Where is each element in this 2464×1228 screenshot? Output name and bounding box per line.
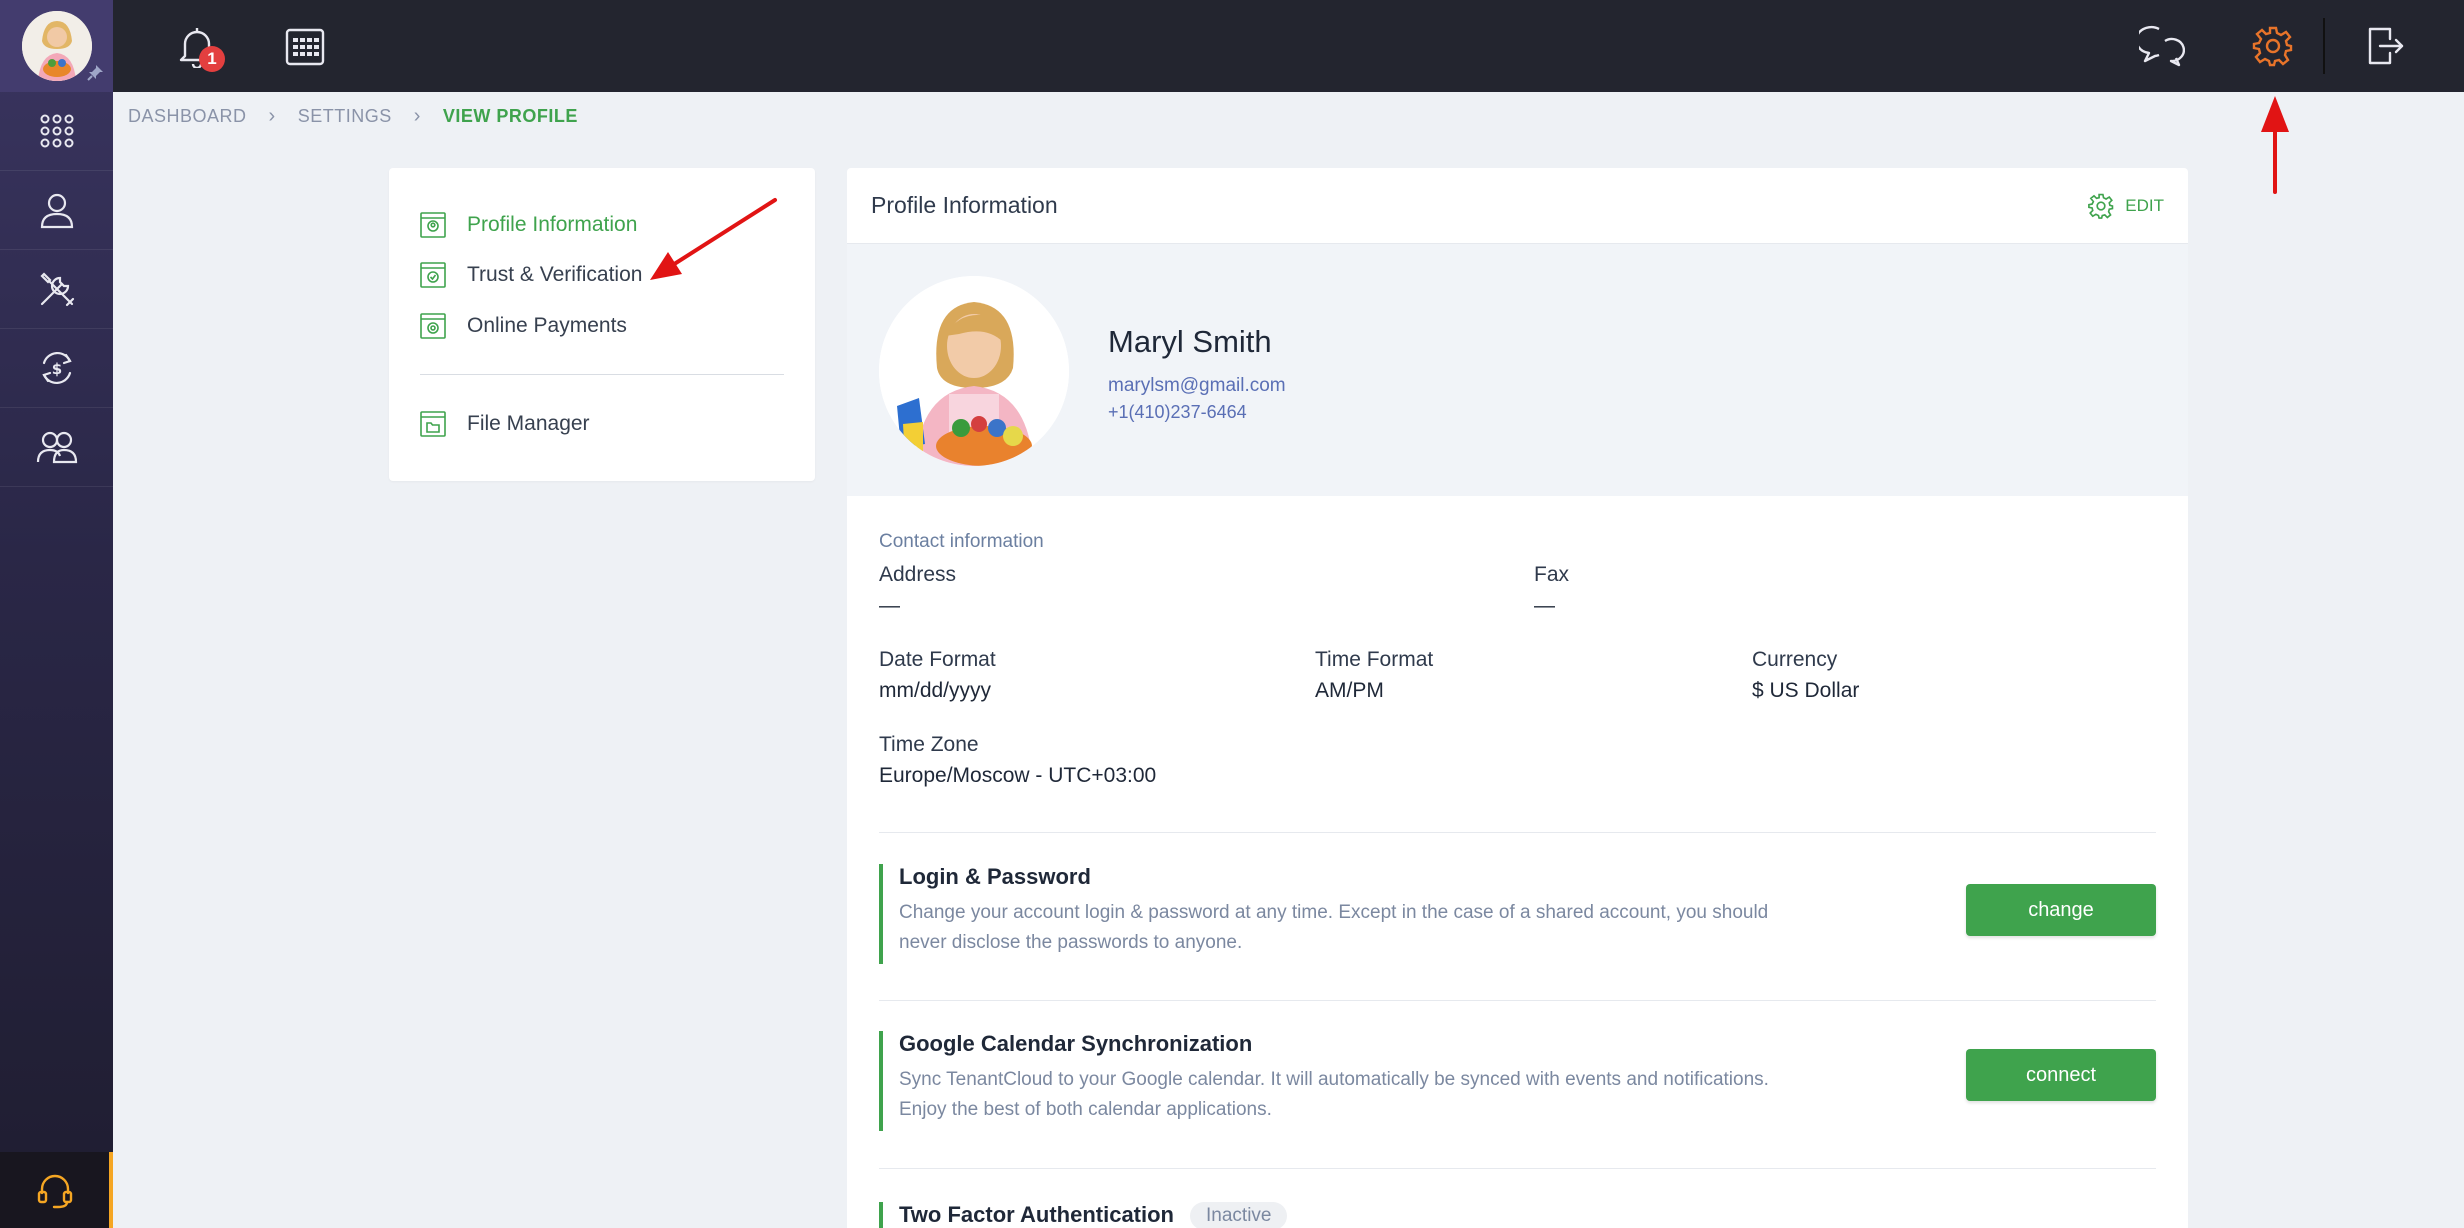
breadcrumb: DASHBOARD › SETTINGS › VIEW PROFILE — [128, 102, 578, 130]
connect-calendar-button[interactable]: connect — [1966, 1049, 2156, 1101]
google-calendar-description: Sync TenantCloud to your Google calendar… — [899, 1069, 1769, 1120]
sidebar-item-people[interactable] — [0, 171, 113, 250]
calendar-icon — [285, 28, 325, 66]
date-format-value: mm/dd/yyyy — [879, 679, 992, 702]
settings-button[interactable] — [2247, 20, 2299, 72]
profile-page-icon — [420, 212, 446, 238]
annotation-arrow — [2261, 96, 2289, 194]
section-divider — [879, 832, 2156, 833]
folder-page-icon — [420, 411, 446, 437]
two-factor-section: Two Factor Authentication Inactive — [879, 1202, 2156, 1228]
time-format-label: Time Format — [1315, 648, 1434, 671]
accent-bar — [879, 1202, 883, 1228]
two-factor-title: Two Factor Authentication Inactive — [899, 1202, 1288, 1228]
payments-page-icon — [420, 313, 446, 339]
accent-bar — [879, 864, 883, 964]
topbar-divider — [2323, 18, 2325, 74]
login-password-title: Login & Password — [899, 864, 1091, 889]
login-password-section: Login & Password Change your account log… — [879, 864, 2156, 964]
support-button[interactable] — [0, 1152, 113, 1228]
address-value: — — [879, 594, 900, 617]
pin-icon[interactable] — [86, 60, 108, 82]
address-label: Address — [879, 563, 957, 586]
sidebar-item-maintenance[interactable] — [0, 250, 113, 329]
tools-icon — [39, 272, 74, 307]
money-cycle-icon: $ — [41, 351, 72, 385]
timezone-label: Time Zone — [879, 733, 979, 756]
menu-item-label: Online Payments — [467, 314, 627, 337]
fax-value: — — [1534, 594, 1555, 617]
user-icon — [40, 193, 73, 229]
profile-card-header: Profile Information EDIT — [847, 168, 2188, 244]
menu-item-label: Trust & Verification — [467, 263, 643, 286]
change-password-button[interactable]: change — [1966, 884, 2156, 936]
section-divider — [879, 1168, 2156, 1169]
fax-label: Fax — [1534, 563, 1570, 586]
google-calendar-section: Google Calendar Synchronization Sync Ten… — [879, 1031, 2156, 1131]
sidebar-item-apps[interactable] — [0, 92, 113, 171]
menu-item-label: File Manager — [467, 412, 590, 435]
avatar-image — [21, 11, 92, 81]
logout-icon — [2368, 27, 2404, 65]
login-password-description: Change your account login & password at … — [899, 902, 1769, 953]
section-divider — [879, 1000, 2156, 1001]
grid-icon — [40, 114, 73, 148]
profile-email-link[interactable]: marylsm@gmail.com — [1108, 375, 1286, 397]
currency-value: $ US Dollar — [1752, 679, 1860, 702]
notification-badge: 1 — [199, 46, 225, 72]
timezone-value: Europe/Moscow - UTC+03:00 — [879, 764, 1157, 787]
headset-icon — [37, 1174, 72, 1209]
menu-item-profile-information[interactable]: Profile Information — [419, 211, 637, 239]
chevron-right-icon: › — [268, 104, 276, 127]
profile-name: Maryl Smith — [1108, 324, 1272, 359]
logout-button[interactable] — [2359, 20, 2411, 72]
contact-section-title: Contact information — [879, 531, 1044, 552]
sidebar-item-community[interactable] — [0, 408, 113, 487]
breadcrumb-dashboard[interactable]: DASHBOARD — [128, 106, 247, 127]
chevron-right-icon: › — [413, 104, 421, 127]
date-format-label: Date Format — [879, 648, 996, 671]
sidebar: $ — [0, 0, 113, 1228]
messages-button[interactable] — [2136, 20, 2188, 72]
edit-label: EDIT — [2125, 196, 2164, 215]
two-factor-title-text: Two Factor Authentication — [899, 1202, 1174, 1227]
google-calendar-title: Google Calendar Synchronization — [899, 1031, 1253, 1056]
breadcrumb-view-profile: VIEW PROFILE — [442, 105, 578, 126]
calendar-button[interactable] — [279, 20, 331, 72]
time-format-value: AM/PM — [1315, 679, 1384, 702]
sidebar-item-accounting[interactable]: $ — [0, 329, 113, 408]
gear-icon — [2088, 193, 2114, 219]
breadcrumb-settings[interactable]: SETTINGS — [298, 106, 392, 127]
edit-button[interactable]: EDIT — [2087, 192, 2164, 220]
profile-summary: Maryl Smith marylsm@gmail.com +1(410)237… — [847, 244, 2188, 496]
profile-card: Profile Information EDIT Maryl Smith mar… — [847, 168, 2188, 1228]
menu-divider — [420, 374, 784, 375]
profile-phone-link[interactable]: +1(410)237-6464 — [1108, 402, 1247, 423]
profile-card-title: Profile Information — [871, 192, 1058, 218]
gear-icon — [2252, 26, 2293, 67]
menu-item-label: Profile Information — [467, 213, 638, 236]
notifications-button[interactable]: 1 — [171, 20, 225, 72]
users-group-icon — [36, 431, 77, 464]
status-badge: Inactive — [1190, 1202, 1288, 1228]
menu-item-trust-verification[interactable]: Trust & Verification — [419, 261, 642, 289]
menu-item-file-manager[interactable]: File Manager — [419, 410, 590, 438]
annotation-arrow — [650, 198, 777, 280]
verified-page-icon — [420, 262, 446, 288]
top-bar: 1 — [113, 0, 2464, 92]
profile-photo — [879, 276, 1069, 466]
currency-label: Currency — [1752, 648, 1838, 671]
accent-bar — [879, 1031, 883, 1131]
menu-item-online-payments[interactable]: Online Payments — [419, 312, 627, 340]
chat-icon — [2139, 25, 2185, 67]
svg-text:$: $ — [51, 360, 61, 378]
